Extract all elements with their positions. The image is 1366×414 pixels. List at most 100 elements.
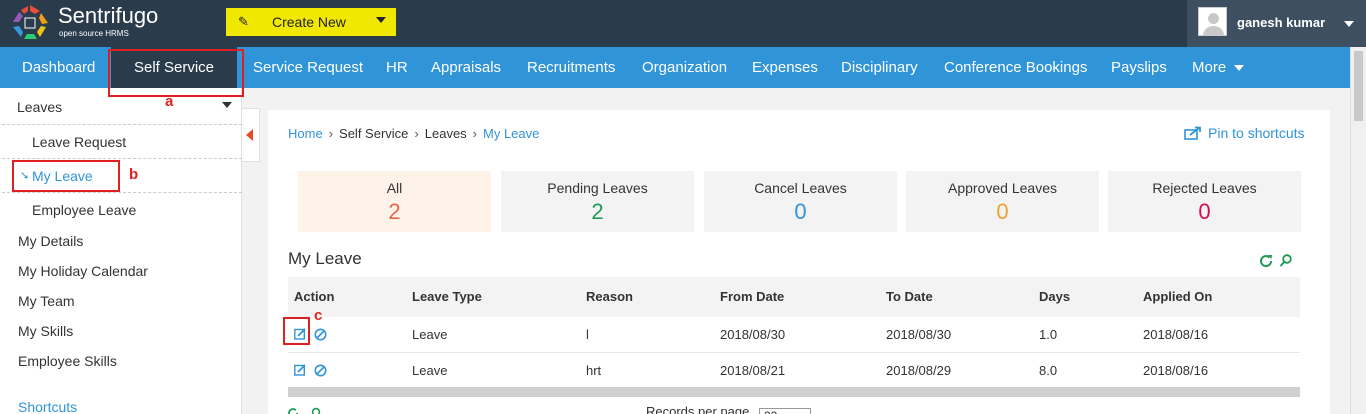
stat-approved-leaves[interactable]: Approved Leaves 0 — [906, 171, 1099, 232]
sentrifugo-logo-icon[interactable] — [10, 4, 50, 42]
brand-name: Sentrifugo — [58, 3, 159, 28]
cell-reason: l — [586, 327, 589, 342]
stat-label: Cancel Leaves — [754, 180, 847, 196]
nav-organization[interactable]: Organization — [642, 47, 727, 88]
page-scrollbar[interactable] — [1350, 47, 1366, 414]
records-per-page-select[interactable]: 20 — [758, 408, 811, 414]
records-per-page: Records per page 20 — [646, 404, 811, 414]
cell-from-date: 2018/08/30 — [720, 327, 786, 342]
pin-label: Pin to shortcuts — [1208, 125, 1305, 141]
breadcrumb-self-service: Self Service — [339, 126, 409, 141]
table-row: Leave l 2018/08/30 2018/08/30 1.0 2018/0… — [288, 317, 1300, 353]
nav-conference-bookings[interactable]: Conference Bookings — [944, 47, 1087, 88]
sidebar-item-my-team[interactable]: My Team — [18, 293, 75, 309]
sidebar-item-employee-leave[interactable]: Employee Leave — [2, 192, 242, 226]
sidebar-item-leave-request[interactable]: Leave Request — [2, 124, 242, 158]
table-horizontal-scrollbar[interactable] — [288, 387, 1300, 397]
cancel-icon[interactable] — [314, 364, 327, 377]
chevron-down-icon — [1344, 21, 1354, 27]
top-header: Sentrifugo open source HRMS ✎ Create New… — [0, 0, 1366, 47]
annotation-box-c — [283, 317, 310, 345]
brand-tagline: open source HRMS — [59, 29, 129, 38]
sidebar-item-my-details[interactable]: My Details — [18, 233, 83, 249]
breadcrumb-leaves: Leaves — [424, 126, 467, 141]
stat-label: Approved Leaves — [948, 180, 1057, 196]
nav-recruitments[interactable]: Recruitments — [527, 47, 615, 88]
col-leave-type[interactable]: Leave Type — [412, 289, 482, 304]
annotation-label-c: c — [314, 307, 323, 324]
scrollbar-thumb[interactable] — [1354, 51, 1363, 121]
chevron-down-icon — [1234, 65, 1245, 72]
create-new-button[interactable]: ✎ Create New — [226, 8, 396, 36]
main-panel: Home › Self Service › Leaves › My Leave Pin to… — [268, 110, 1330, 414]
footer-tools — [288, 407, 321, 414]
create-new-label: Create New — [272, 14, 346, 30]
cell-applied-on: 2018/08/16 — [1143, 363, 1209, 378]
col-to-date[interactable]: To Date — [886, 289, 933, 304]
cell-to-date: 2018/08/30 — [886, 327, 952, 342]
sidebar-collapse-toggle[interactable] — [242, 108, 260, 162]
stat-rejected-leaves[interactable]: Rejected Leaves 0 — [1108, 171, 1301, 232]
annotation-box-b — [12, 160, 120, 192]
stat-label: Pending Leaves — [547, 180, 648, 196]
sidebar-section-leaves[interactable]: Leaves — [17, 99, 62, 115]
sidebar: Leaves Leave Request ➘ My Leave Employee… — [0, 88, 242, 414]
cancel-icon[interactable] — [314, 328, 327, 341]
cell-reason: hrt — [586, 363, 602, 378]
col-applied-on[interactable]: Applied On — [1143, 289, 1212, 304]
table-header: Action Leave Type Reason From Date To Da… — [288, 277, 1300, 317]
nav-service-request[interactable]: Service Request — [253, 47, 363, 88]
stat-count: 0 — [1198, 199, 1211, 224]
cell-leave-type: Leave — [412, 363, 448, 378]
stat-cancel-leaves[interactable]: Cancel Leaves 0 — [704, 171, 897, 232]
search-icon[interactable] — [1279, 254, 1292, 267]
col-reason[interactable]: Reason — [586, 289, 633, 304]
stat-count: 2 — [591, 199, 604, 224]
section-title: My Leave — [288, 249, 362, 268]
share-icon — [1184, 126, 1201, 140]
nav-appraisals[interactable]: Appraisals — [431, 47, 501, 88]
sidebar-item-label: Employee Leave — [32, 202, 137, 218]
col-action: Action — [294, 289, 335, 304]
nav-disciplinary[interactable]: Disciplinary — [841, 47, 918, 88]
cell-from-date: 2018/08/21 — [720, 363, 786, 378]
avatar — [1198, 7, 1227, 36]
nav-hr[interactable]: HR — [386, 47, 408, 88]
pin-to-shortcuts-button[interactable]: Pin to shortcuts — [1184, 125, 1305, 141]
nav-dashboard[interactable]: Dashboard — [22, 47, 95, 88]
cell-to-date: 2018/08/29 — [886, 363, 952, 378]
annotation-label-a: a — [165, 93, 174, 110]
breadcrumb: Home › Self Service › Leaves › My Leave — [288, 126, 540, 141]
sidebar-item-employee-skills[interactable]: Employee Skills — [18, 353, 117, 369]
records-label: Records per page — [646, 404, 750, 414]
cell-applied-on: 2018/08/16 — [1143, 327, 1209, 342]
chevron-down-icon[interactable] — [222, 102, 232, 108]
sidebar-item-my-holiday-calendar[interactable]: My Holiday Calendar — [18, 263, 148, 279]
table-row: Leave hrt 2018/08/21 2018/08/29 8.0 2018… — [288, 353, 1300, 389]
col-from-date[interactable]: From Date — [720, 289, 784, 304]
stat-count: 0 — [794, 199, 807, 224]
records-per-page-value: 20 — [764, 409, 777, 414]
nav-more-label: More — [1192, 59, 1227, 76]
sidebar-shortcuts[interactable]: Shortcuts — [18, 399, 77, 414]
stat-all[interactable]: All 2 — [298, 171, 491, 232]
grid-tools — [1260, 254, 1292, 268]
search-icon[interactable] — [311, 407, 321, 414]
refresh-icon[interactable] — [288, 408, 298, 414]
user-name: ganesh kumar — [1237, 15, 1326, 30]
nav-expenses[interactable]: Expenses — [752, 47, 818, 88]
edit-icon[interactable] — [294, 364, 306, 376]
breadcrumb-current: My Leave — [483, 126, 540, 141]
col-days[interactable]: Days — [1039, 289, 1070, 304]
chevron-down-icon — [376, 17, 386, 23]
annotation-label-b: b — [129, 166, 139, 183]
refresh-icon[interactable] — [1260, 255, 1273, 268]
user-menu[interactable]: ganesh kumar — [1187, 0, 1366, 47]
stat-pending-leaves[interactable]: Pending Leaves 2 — [501, 171, 694, 232]
nav-more[interactable]: More — [1192, 47, 1245, 88]
nav-payslips[interactable]: Payslips — [1111, 47, 1167, 88]
breadcrumb-home[interactable]: Home — [288, 126, 323, 141]
caret-left-icon — [246, 129, 253, 141]
pencil-icon: ✎ — [238, 14, 249, 29]
sidebar-item-my-skills[interactable]: My Skills — [18, 323, 73, 339]
